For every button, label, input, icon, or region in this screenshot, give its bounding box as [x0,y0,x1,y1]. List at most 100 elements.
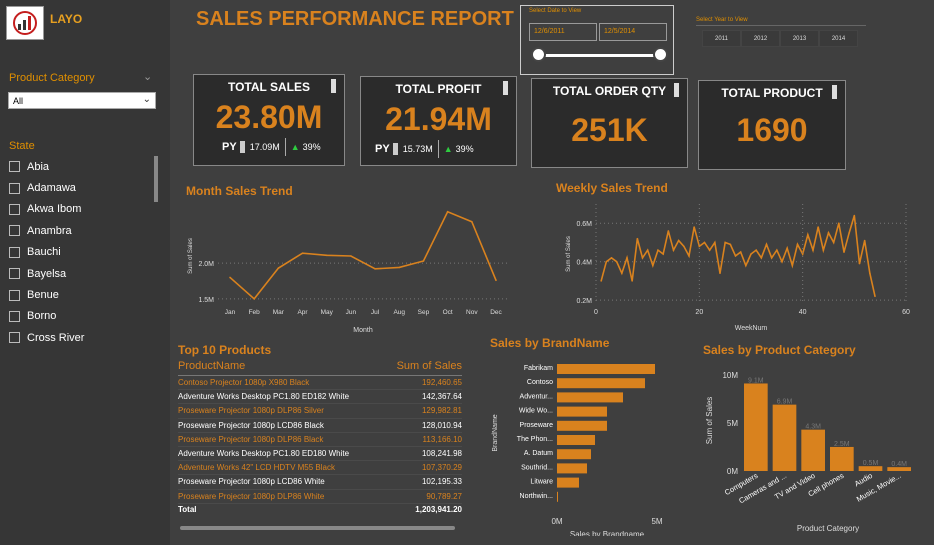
bar[interactable] [772,404,797,471]
checkbox[interactable] [9,310,20,322]
data-point[interactable] [801,253,804,255]
table-row[interactable]: Adventure Works Desktop PC1.80 ED182 Whi… [178,390,462,405]
data-point[interactable] [827,232,830,234]
data-point[interactable] [605,260,608,263]
data-point[interactable] [652,264,654,267]
product-category-select[interactable]: All ⌄ [8,92,156,109]
state-item[interactable]: Benue [9,284,149,305]
data-point[interactable] [672,249,675,251]
data-point[interactable] [807,233,809,236]
data-point[interactable] [350,255,352,257]
data-point[interactable] [646,249,649,251]
table-row[interactable]: Contoso Projector 1080p X980 Black 192,46… [178,376,462,391]
data-point[interactable] [874,295,876,298]
data-point[interactable] [724,241,726,244]
data-point[interactable] [301,252,304,254]
state-item[interactable]: Borno [9,306,149,327]
data-point[interactable] [745,264,747,267]
data-point[interactable] [791,264,794,267]
date-slider-end-handle[interactable] [653,47,668,62]
state-item[interactable]: Anambra [9,220,149,241]
data-point[interactable] [822,249,825,251]
data-point[interactable] [719,272,721,275]
bar[interactable] [557,477,579,488]
data-point[interactable] [471,220,473,223]
data-point[interactable] [253,298,255,300]
data-point[interactable] [610,257,613,259]
data-point[interactable] [277,267,280,269]
table-row[interactable]: Proseware Projector 1080p DLP86 Black 113… [178,433,462,447]
data-point[interactable] [869,272,871,275]
data-point[interactable] [677,239,680,242]
data-point[interactable] [848,232,850,234]
data-point[interactable] [657,249,659,251]
checkbox[interactable] [9,268,20,280]
data-point[interactable] [765,243,768,246]
bar[interactable] [557,449,591,460]
data-point[interactable] [636,237,639,240]
state-item[interactable]: Bauchi [9,242,149,263]
chevron-down-icon[interactable]: ⌄ [143,70,152,83]
bar[interactable] [557,406,607,417]
bar[interactable] [557,378,645,389]
data-point[interactable] [662,253,664,255]
data-point[interactable] [495,279,497,282]
bar[interactable] [830,446,854,471]
data-point[interactable] [683,245,685,248]
data-point[interactable] [374,268,376,270]
data-point[interactable] [688,255,690,257]
data-point[interactable] [698,245,701,248]
data-point[interactable] [615,260,618,263]
bar[interactable] [557,364,655,374]
state-scrollbar[interactable] [154,156,158,202]
checkbox[interactable] [9,161,20,173]
data-point[interactable] [786,247,788,250]
data-point[interactable] [631,280,633,282]
bar[interactable] [557,392,623,403]
start-date-input[interactable]: 12/6/2011 [529,23,597,41]
checkbox[interactable] [9,332,20,344]
data-point[interactable] [641,257,644,259]
data-point[interactable] [760,257,763,259]
checkbox[interactable] [9,289,20,301]
col-sum-of-sales[interactable]: Sum of Sales [397,360,462,375]
data-point[interactable] [739,251,742,253]
data-point[interactable] [693,226,695,228]
table-row[interactable]: Proseware Projector 1080p LCD86 White 102… [178,475,462,490]
data-point[interactable] [734,255,737,257]
checkbox[interactable] [9,225,20,237]
date-slider-track[interactable] [537,54,661,57]
year-button[interactable]: 2013 [780,30,819,47]
data-point[interactable] [422,260,425,262]
table-row[interactable]: Proseware Projector 1080p DLP86 Silver 12… [178,404,462,419]
bar[interactable] [801,429,825,471]
data-point[interactable] [858,262,861,265]
table-scrollbar[interactable] [180,526,455,530]
table-row[interactable]: Proseware Projector 1080p LCD86 Black 128… [178,419,462,433]
data-point[interactable] [621,272,623,275]
checkbox[interactable] [9,203,20,215]
state-item[interactable]: Adamawa [9,177,149,198]
data-point[interactable] [781,260,783,263]
year-button[interactable]: 2012 [741,30,780,47]
data-point[interactable] [755,249,757,251]
data-point[interactable] [832,241,835,244]
data-point[interactable] [667,230,670,232]
table-row[interactable]: Adventure Works Desktop PC1.80 ED180 Whi… [178,447,462,462]
data-point[interactable] [750,253,752,255]
data-point[interactable] [796,243,799,246]
data-point[interactable] [714,241,716,244]
data-point[interactable] [843,251,845,253]
data-point[interactable] [838,222,840,225]
year-button[interactable]: 2011 [702,30,741,47]
state-item[interactable]: Cross River [9,327,149,348]
end-date-input[interactable]: 12/5/2014 [599,23,667,41]
data-point[interactable] [703,241,706,244]
data-point[interactable] [398,266,401,269]
data-point[interactable] [446,210,449,213]
checkbox[interactable] [9,246,20,258]
bar[interactable] [557,463,587,474]
data-point[interactable] [325,254,328,257]
bar[interactable] [557,491,558,502]
col-product-name[interactable]: ProductName [178,360,245,375]
